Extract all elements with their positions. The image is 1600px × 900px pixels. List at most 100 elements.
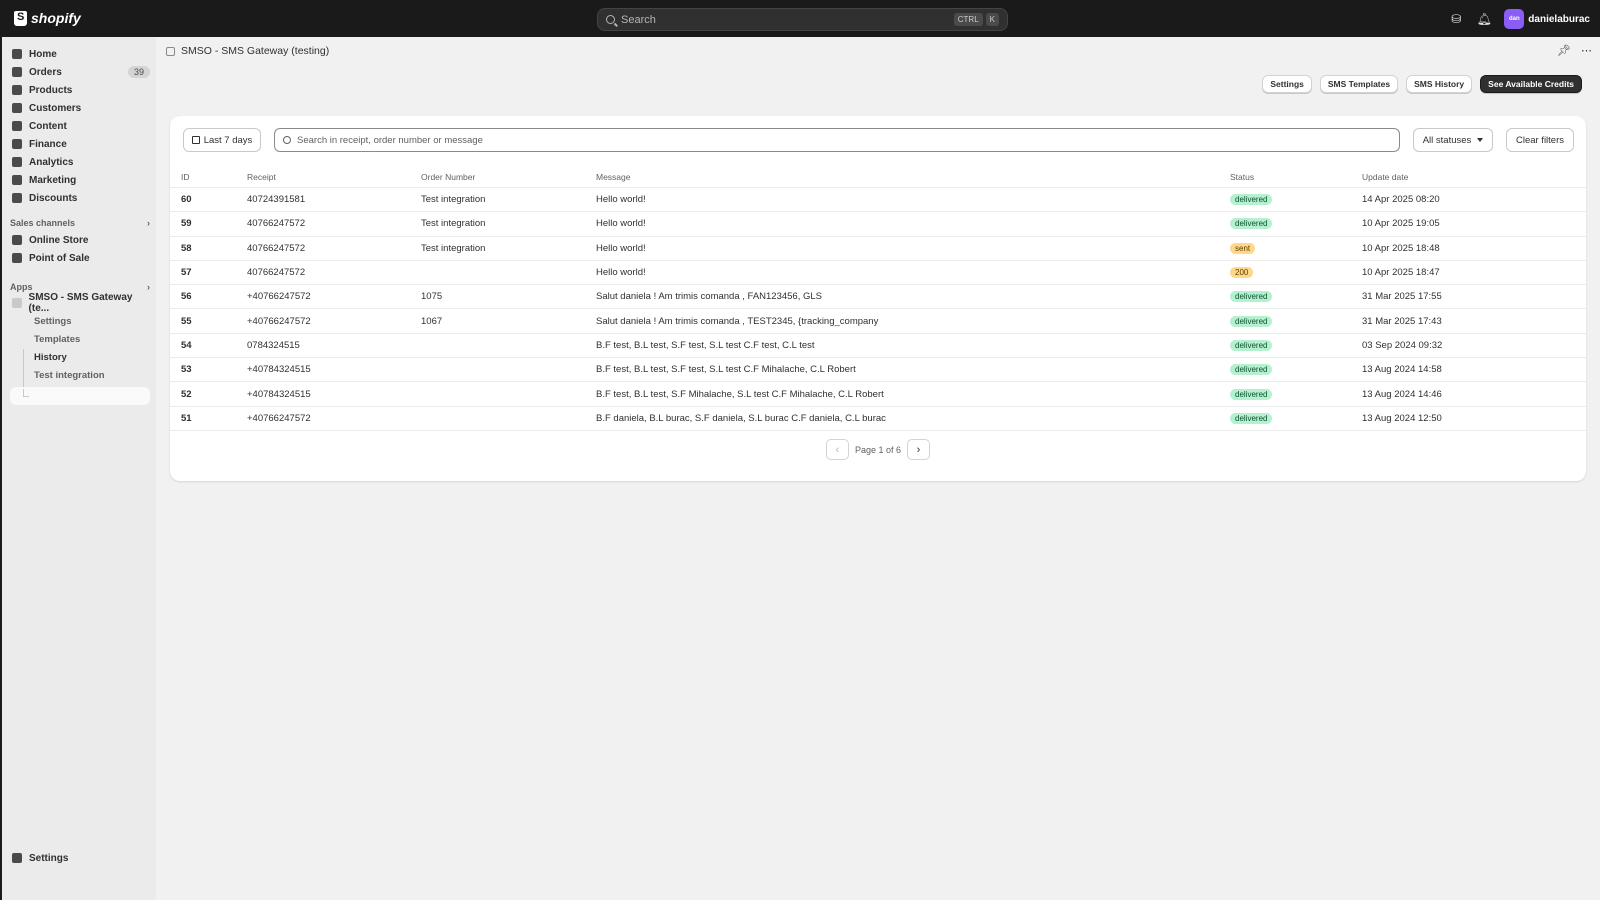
sidebar-item-customers[interactable]: Customers (12, 99, 150, 117)
table-row[interactable]: 51 +40766247572 B.F daniela, B.L burac, S.… (170, 407, 1586, 431)
sidekick-icon[interactable]: ⛁ (1448, 11, 1464, 27)
sales-channels-heading[interactable]: Sales channels › (10, 218, 150, 228)
cell-update-date: 10 Apr 2025 18:47 (1362, 267, 1440, 279)
person-icon (12, 103, 22, 113)
cell-update-date: 10 Apr 2025 19:05 (1362, 218, 1440, 230)
shopify-logo[interactable]: shopify (14, 10, 81, 26)
account-menu[interactable]: dan danielaburac (1504, 9, 1590, 29)
cell-status: delivered (1230, 291, 1273, 303)
chart-icon (12, 157, 22, 167)
pin-icon[interactable]: 📌︎ (1557, 44, 1571, 57)
date-range-button[interactable]: Last 7 days (183, 128, 261, 152)
sidebar-item-label: Point of Sale (29, 252, 90, 264)
cell-message: Hello world! (596, 242, 646, 254)
history-card: Last 7 days Search in receipt, order num… (170, 116, 1586, 481)
table-row[interactable]: 58 40766247572 Test integration Hello world… (170, 237, 1586, 261)
previous-page-button[interactable]: ‹ (825, 439, 849, 460)
chevron-left-icon: ‹ (835, 443, 840, 456)
table-row[interactable]: 59 40766247572 Test integration Hello world… (170, 212, 1586, 237)
cell-message: Salut daniela ! Am trimis comanda , TEST… (596, 315, 879, 327)
search-placeholder: Search (621, 13, 656, 26)
cell-order-number: 1075 (421, 291, 443, 303)
sidebar-item-products[interactable]: Products (12, 81, 150, 99)
column-header-receipt: Receipt (247, 172, 276, 182)
cell-id: 51 (181, 412, 192, 424)
cell-status: delivered (1230, 194, 1273, 206)
status-select[interactable]: All statuses (1413, 128, 1493, 152)
sidebar-subitem-history[interactable]: History (34, 352, 67, 363)
chevron-right-icon: › (147, 218, 150, 228)
table-row[interactable]: 56 +40766247572 1075 Salut daniela ! Am tri… (170, 285, 1586, 310)
toolbar: Settings SMS Templates SMS History See A… (1262, 75, 1582, 93)
sms-history-button[interactable]: SMS History (1406, 75, 1473, 93)
sms-templates-button[interactable]: SMS Templates (1319, 75, 1399, 93)
cell-status: sent (1230, 242, 1256, 254)
sidebar-item-online-store[interactable]: Online Store (12, 231, 150, 249)
bank-icon (12, 139, 22, 149)
sidebar-subitem-settings[interactable]: Settings (34, 316, 71, 327)
sidebar-item-marketing[interactable]: Marketing (12, 171, 150, 189)
sidebar-item-point-of-sale[interactable]: Point of Sale (12, 249, 150, 267)
discount-icon (12, 193, 22, 203)
global-search-input[interactable]: Search CTRL K (597, 8, 1008, 31)
cell-status: delivered (1230, 388, 1273, 400)
cell-update-date: 13 Aug 2024 14:58 (1362, 364, 1442, 376)
cell-update-date: 10 Apr 2025 18:48 (1362, 242, 1440, 254)
active-item-highlight (10, 387, 150, 405)
cell-receipt: +40784324515 (247, 364, 311, 376)
cell-status: delivered (1230, 364, 1273, 376)
cell-update-date: 14 Apr 2025 08:20 (1362, 194, 1440, 206)
apps-heading[interactable]: Apps › (10, 282, 150, 292)
table-row[interactable]: 53 +40784324515 B.F test, B.L test, S.F te… (170, 358, 1586, 383)
sidebar-item-discounts[interactable]: Discounts (12, 189, 150, 207)
status-badge: delivered (1230, 412, 1273, 424)
sidebar-item-content[interactable]: Content (12, 117, 150, 135)
sidebar-item-settings[interactable]: Settings (12, 849, 150, 867)
sidebar-subitem-test-integration[interactable]: Test integration (34, 370, 105, 381)
bell-icon[interactable]: 🔔︎ (1476, 11, 1492, 27)
sidebar-item-home[interactable]: Home (12, 45, 150, 63)
sidebar-item-orders[interactable]: Orders 39 (12, 63, 150, 81)
sidebar-item-label: Settings (29, 852, 69, 864)
sidebar-item-smso-app[interactable]: SMSO - SMS Gateway (te... (12, 292, 150, 314)
see-credits-button[interactable]: See Available Credits (1480, 75, 1582, 93)
section-heading-label: Sales channels (10, 218, 76, 228)
shopify-bag-icon (14, 10, 27, 26)
tag-icon (12, 85, 22, 95)
date-range-label: Last 7 days (203, 134, 253, 146)
orders-icon (12, 67, 22, 77)
home-icon (12, 49, 22, 59)
cell-status: delivered (1230, 218, 1273, 230)
cell-update-date: 13 Aug 2024 12:50 (1362, 412, 1442, 424)
page-indicator: Page 1 of 6 (854, 444, 902, 455)
orders-count-badge: 39 (127, 66, 150, 78)
cell-update-date: 31 Mar 2025 17:55 (1362, 291, 1442, 303)
table-row[interactable]: 60 40724391581 Test integration Hello world… (170, 188, 1586, 213)
cell-receipt: 40766247572 (247, 218, 306, 230)
table-row[interactable]: 57 40766247572 Hello world! 200 10 Apr 2025 … (170, 261, 1586, 286)
shortcut-key-k: K (985, 13, 999, 26)
cell-update-date: 31 Mar 2025 17:43 (1362, 315, 1442, 327)
table-row[interactable]: 55 +40766247572 1067 Salut daniela ! Am tri… (170, 309, 1586, 334)
sidebar-item-analytics[interactable]: Analytics (12, 153, 150, 171)
status-badge: delivered (1230, 218, 1273, 230)
more-icon[interactable]: ⋯ (1581, 44, 1592, 57)
clear-filters-button[interactable]: Clear filters (1506, 128, 1574, 152)
settings-button[interactable]: Settings (1262, 75, 1312, 93)
cell-order-number: 1067 (421, 315, 443, 327)
cell-status: delivered (1230, 339, 1273, 351)
table-row[interactable]: 54 0784324515 B.F test, B.L test, S.F test… (170, 334, 1586, 359)
table-header: ID Receipt Order Number Message Status U… (170, 167, 1586, 188)
cell-receipt: 0784324515 (247, 339, 300, 351)
shortcut-hint: CTRL K (953, 13, 999, 26)
table-row[interactable]: 52 +40784324515 B.F test, B.L test, S.F Mi… (170, 382, 1586, 407)
status-badge: 200 (1230, 267, 1254, 279)
sidebar-item-label: Analytics (29, 156, 74, 168)
username: danielaburac (1528, 13, 1590, 25)
history-search-input[interactable]: Search in receipt, order number or messa… (274, 128, 1400, 152)
sidebar-item-finance[interactable]: Finance (12, 135, 150, 153)
calendar-icon (191, 136, 200, 144)
next-page-button[interactable]: › (907, 439, 931, 460)
sidebar-subitem-templates[interactable]: Templates (34, 334, 80, 345)
cell-id: 54 (181, 339, 192, 351)
